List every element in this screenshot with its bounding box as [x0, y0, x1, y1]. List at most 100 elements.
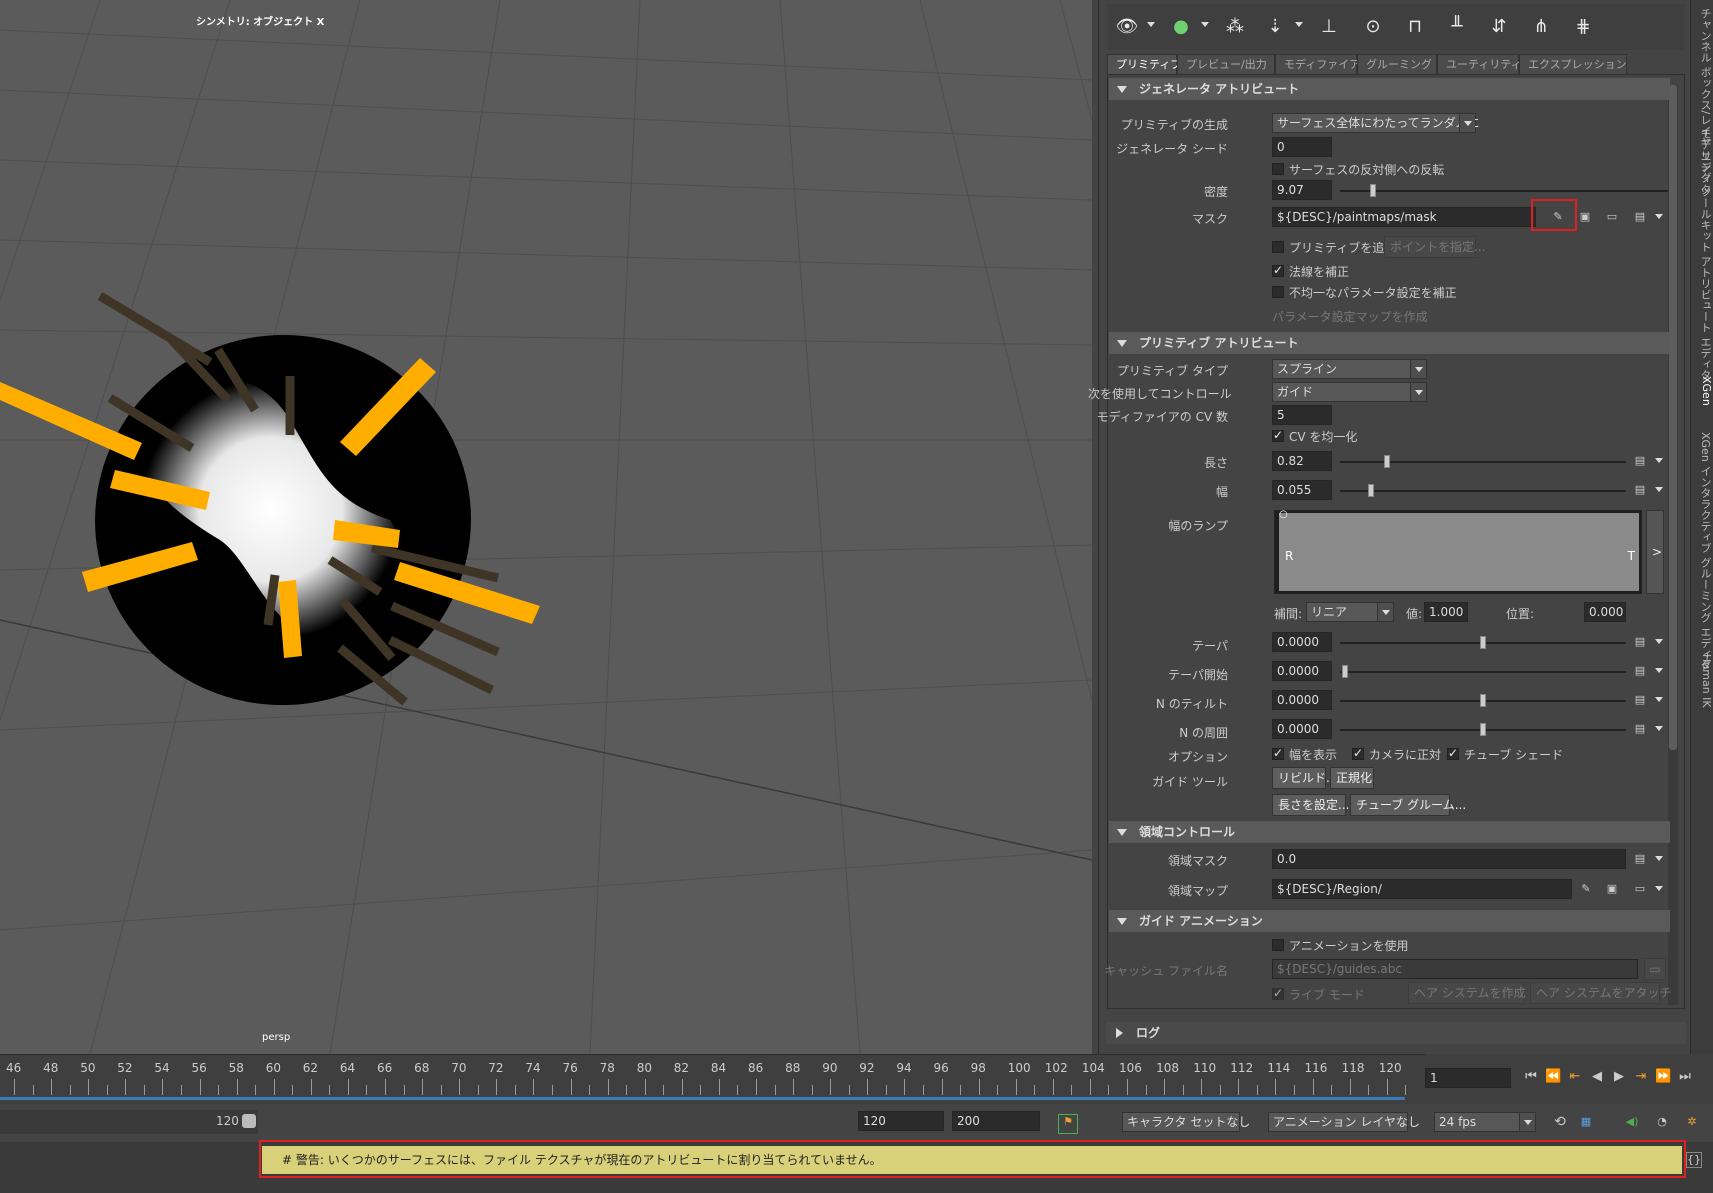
- prev-key-icon[interactable]: ⇤: [1567, 1070, 1583, 1084]
- chevron-down-icon[interactable]: [1655, 487, 1663, 492]
- cut-guides-icon[interactable]: ╨: [1441, 10, 1473, 42]
- fps-select[interactable]: 24 fps: [1434, 1112, 1536, 1132]
- taper-start-slider[interactable]: [1340, 665, 1626, 678]
- mask-field[interactable]: ${DESC}/paintmaps/mask: [1272, 207, 1536, 227]
- seed-field[interactable]: 0: [1272, 137, 1332, 157]
- region-mask-field[interactable]: 0.0: [1272, 849, 1626, 869]
- tab-grooming[interactable]: グルーミング: [1357, 54, 1437, 74]
- cv-uniform-checkbox[interactable]: [1272, 428, 1284, 442]
- map-icon[interactable]: ▤: [1632, 852, 1648, 866]
- sculpt-guides-icon[interactable]: ⇣: [1259, 10, 1291, 42]
- bend-guides-icon[interactable]: ⋕: [1567, 10, 1599, 42]
- region-section-header[interactable]: 領域コントロール: [1109, 821, 1670, 843]
- side-tab-xgen[interactable]: XGen: [1693, 376, 1713, 406]
- current-frame-field[interactable]: 1: [1425, 1068, 1511, 1088]
- chevron-down-icon[interactable]: [1655, 697, 1663, 702]
- interp-select[interactable]: リニア: [1306, 602, 1394, 622]
- slider-thumb[interactable]: [1368, 484, 1374, 497]
- log-section-header[interactable]: ログ: [1106, 1022, 1686, 1044]
- generator-section-header[interactable]: ジェネレータ アトリビュート: [1109, 78, 1670, 100]
- add-guide-icon[interactable]: ⊥: [1313, 10, 1345, 42]
- live-mode-checkbox[interactable]: [1272, 986, 1284, 1000]
- tab-expression[interactable]: エクスプレッション: [1519, 54, 1627, 74]
- timer-icon[interactable]: ◔: [1654, 1115, 1670, 1129]
- type-select[interactable]: スプライン: [1272, 359, 1427, 379]
- ramp-handle-icon[interactable]: ○: [1279, 509, 1288, 520]
- opt-tube-checkbox[interactable]: [1447, 746, 1459, 760]
- taper-slider[interactable]: [1340, 636, 1626, 649]
- step-back-icon[interactable]: ⏪: [1545, 1070, 1561, 1084]
- step-forward-icon[interactable]: ⏩: [1655, 1070, 1671, 1084]
- map-icon[interactable]: ▤: [1632, 693, 1648, 707]
- width-ramp[interactable]: R T ○: [1274, 509, 1642, 594]
- slider-thumb[interactable]: [1480, 694, 1486, 707]
- script-editor-icon[interactable]: {}: [1686, 1152, 1702, 1168]
- guide-anim-section-header[interactable]: ガイド アニメーション: [1109, 910, 1670, 932]
- slider-thumb[interactable]: [1480, 723, 1486, 736]
- pos-field[interactable]: 0.000: [1584, 602, 1626, 622]
- character-set-select[interactable]: キャラクタ セットなし: [1122, 1112, 1250, 1132]
- folder-icon[interactable]: ▭: [1632, 882, 1648, 896]
- chevron-down-icon[interactable]: [1655, 726, 1663, 731]
- chevron-down-icon[interactable]: [1655, 639, 1663, 644]
- playback-end-field[interactable]: 200: [952, 1111, 1040, 1131]
- show-guides-icon[interactable]: ⊙: [1357, 10, 1389, 42]
- n-tilt-slider[interactable]: [1340, 694, 1626, 707]
- point-button[interactable]: ポイントを指定...: [1384, 236, 1485, 258]
- range-handle[interactable]: [242, 1114, 256, 1128]
- flip-checkbox[interactable]: [1272, 163, 1284, 175]
- slider-thumb[interactable]: [1342, 665, 1348, 678]
- guide-cv-icon[interactable]: ⋔: [1525, 10, 1557, 42]
- side-tab-modeling-toolkit[interactable]: モデリング ツールキット: [1693, 128, 1713, 253]
- n-twist-field[interactable]: 0.0000: [1272, 719, 1332, 739]
- chevron-down-icon[interactable]: [1655, 214, 1663, 219]
- attach-hair-button[interactable]: ヘア システムをアタッチ: [1530, 982, 1671, 1004]
- preferences-icon[interactable]: ✲: [1684, 1115, 1700, 1129]
- length-field[interactable]: 0.82: [1272, 451, 1332, 471]
- cache-playback-icon[interactable]: ▦: [1578, 1115, 1594, 1129]
- scrollbar-thumb[interactable]: [1669, 85, 1677, 750]
- folder-icon[interactable]: ▭: [1604, 210, 1620, 224]
- go-to-start-icon[interactable]: ⏮: [1523, 1070, 1539, 1084]
- side-tab-xgen-interactive[interactable]: XGen インタラクティブ グルーミング エディタ: [1693, 432, 1713, 670]
- lock-guides-icon[interactable]: ⊓: [1399, 10, 1431, 42]
- n-tilt-field[interactable]: 0.0000: [1272, 690, 1332, 710]
- width-field[interactable]: 0.055: [1272, 480, 1332, 500]
- panel-scrollbar[interactable]: [1668, 85, 1678, 1005]
- normal-checkbox[interactable]: [1272, 263, 1284, 277]
- chevron-down-icon[interactable]: [1295, 22, 1303, 27]
- map-icon[interactable]: ▤: [1632, 210, 1648, 224]
- tube-groom-button[interactable]: チューブ グルーム...: [1350, 794, 1466, 816]
- normalize-button[interactable]: 正規化: [1330, 767, 1374, 789]
- anim-end-field[interactable]: 120: [858, 1111, 944, 1131]
- chevron-down-icon[interactable]: [1147, 22, 1155, 27]
- opt-width-checkbox[interactable]: [1272, 746, 1284, 760]
- tab-utility[interactable]: ユーティリティ: [1437, 54, 1522, 74]
- set-length-button[interactable]: 長さを設定...: [1272, 794, 1349, 816]
- range-slider[interactable]: 120: [0, 1110, 258, 1134]
- use-anim-checkbox[interactable]: [1272, 939, 1284, 951]
- go-to-end-icon[interactable]: ⏭: [1677, 1070, 1693, 1084]
- taper-start-field[interactable]: 0.0000: [1272, 661, 1332, 681]
- map-icon[interactable]: ▤: [1632, 722, 1648, 736]
- sound-icon[interactable]: ◀): [1624, 1115, 1640, 1129]
- side-tab-attribute-editor[interactable]: アトリビュート エディタ: [1693, 256, 1713, 381]
- play-forward-icon[interactable]: ▶: [1611, 1070, 1627, 1084]
- map-icon[interactable]: ▤: [1632, 635, 1648, 649]
- next-key-icon[interactable]: ⇥: [1633, 1070, 1649, 1084]
- tab-primitive[interactable]: プリミティブ: [1107, 54, 1181, 74]
- density-slider[interactable]: [1340, 184, 1668, 197]
- paint-brush-icon[interactable]: ✎: [1578, 882, 1594, 896]
- rebuild-button[interactable]: リビルド...: [1272, 767, 1337, 789]
- add-guides-icon[interactable]: ⁂: [1219, 10, 1251, 42]
- chevron-down-icon[interactable]: [1655, 668, 1663, 673]
- play-back-icon[interactable]: ◀: [1589, 1070, 1605, 1084]
- side-tab-human-ik[interactable]: Human IK: [1693, 654, 1713, 708]
- slider-thumb[interactable]: [1370, 184, 1376, 197]
- chevron-down-icon[interactable]: [1655, 886, 1663, 891]
- taper-field[interactable]: 0.0000: [1272, 632, 1332, 652]
- tab-modifier[interactable]: モディファイア: [1275, 54, 1360, 74]
- save-icon[interactable]: ▣: [1604, 882, 1620, 896]
- create-hair-button[interactable]: ヘア システムを作成: [1408, 982, 1525, 1004]
- loop-icon[interactable]: ⟲: [1552, 1115, 1568, 1129]
